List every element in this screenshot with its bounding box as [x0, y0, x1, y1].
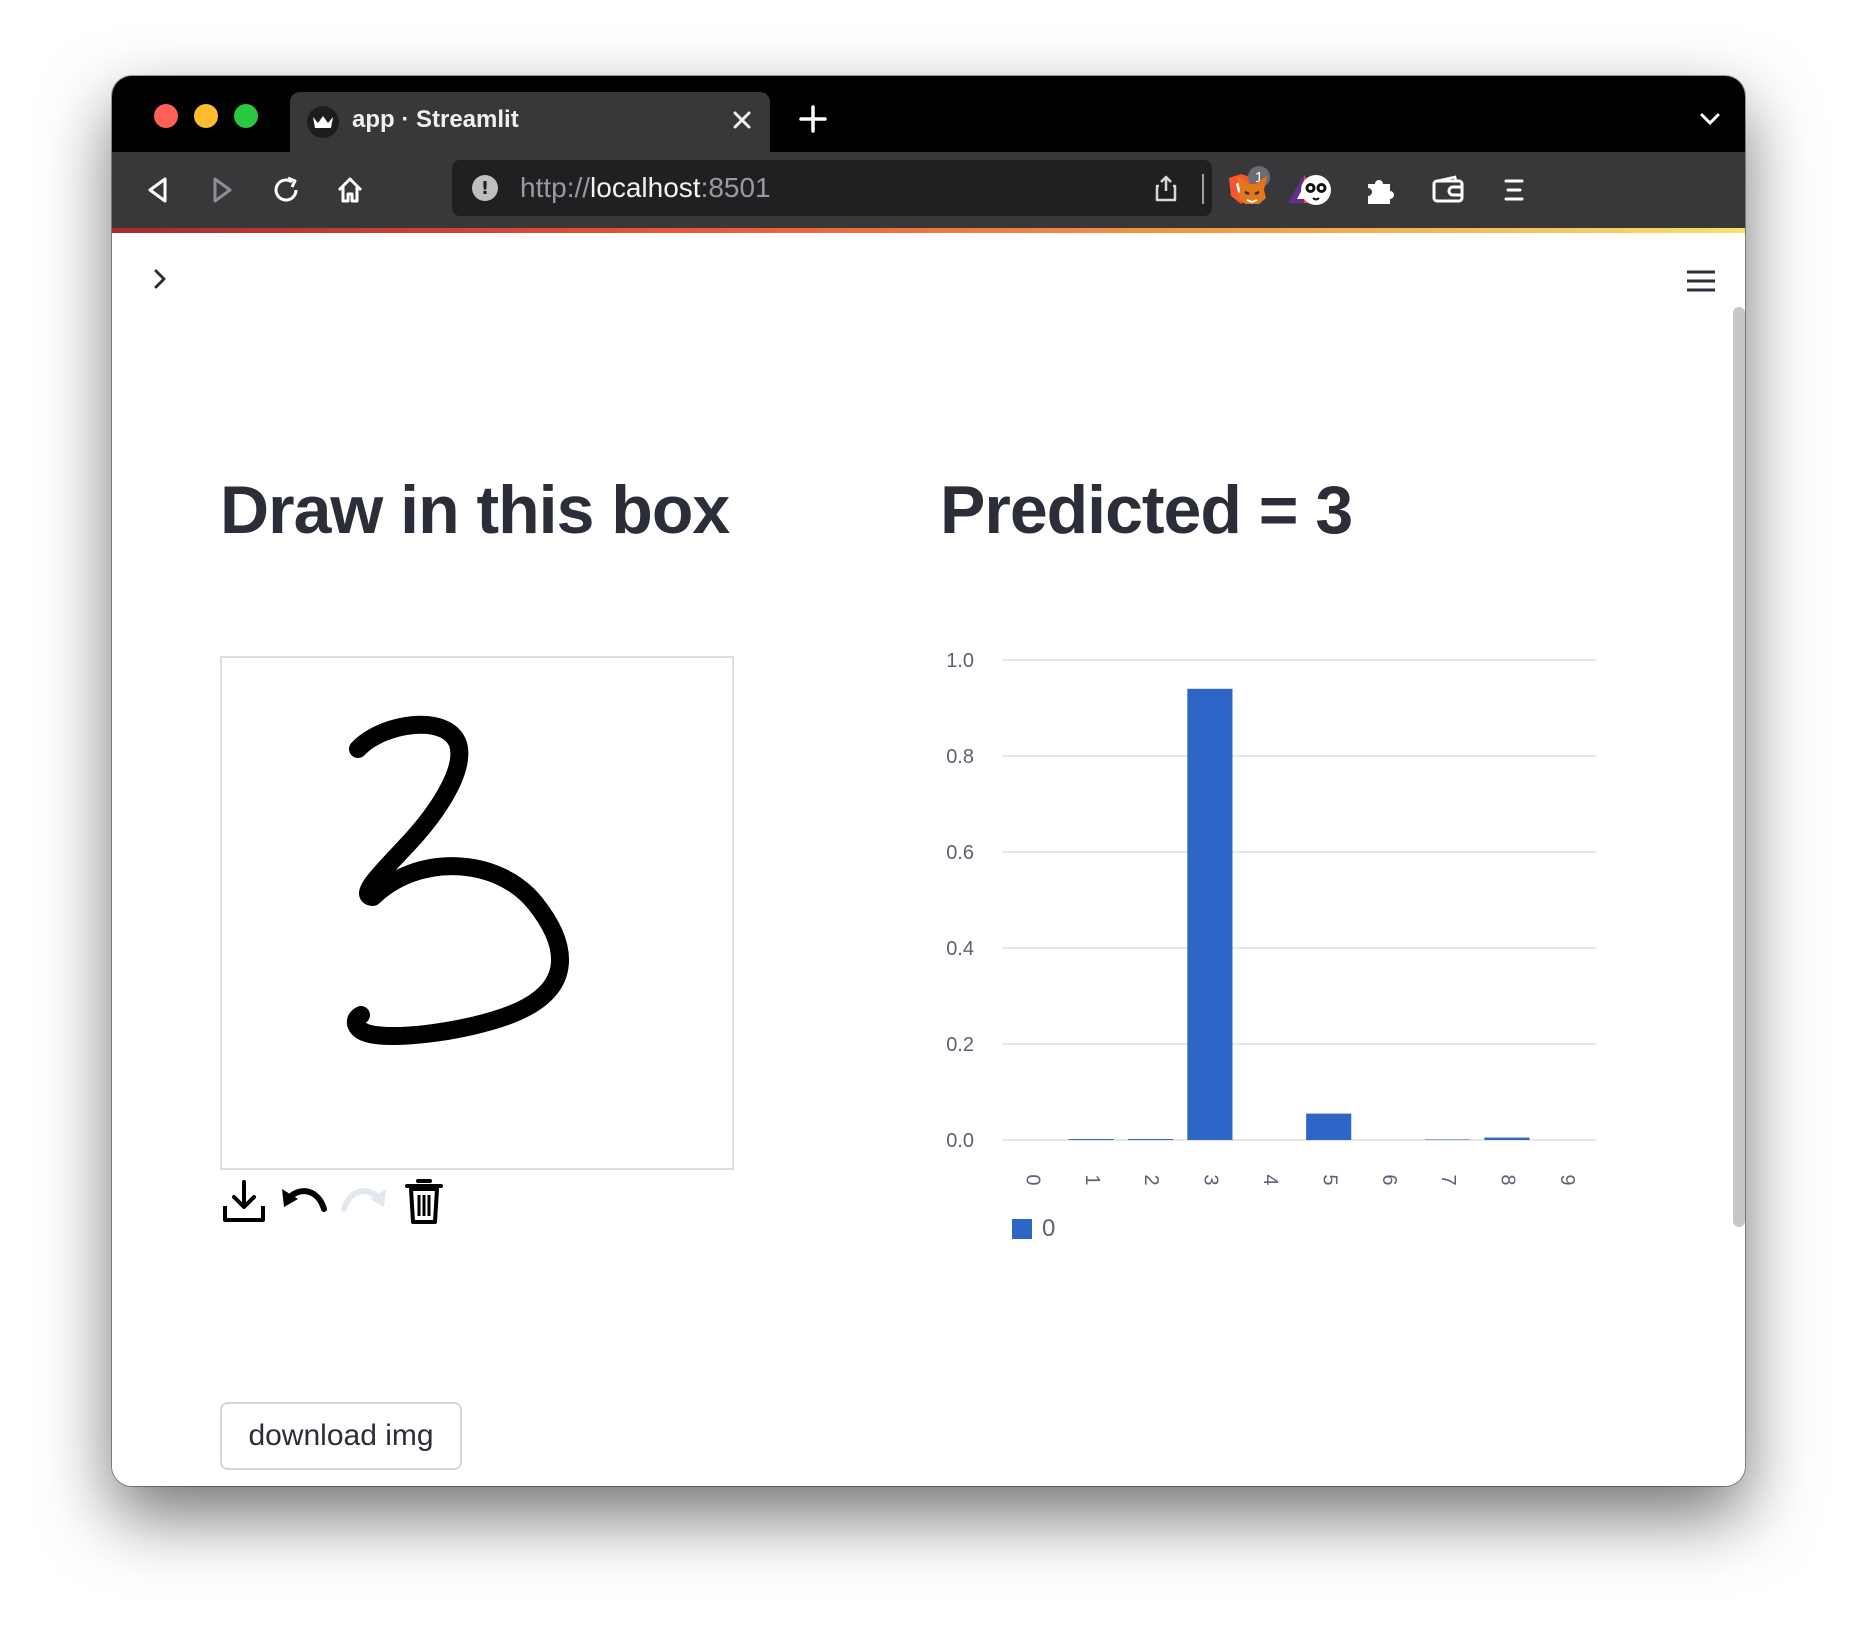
- url-text: http://localhost:8501: [520, 172, 771, 204]
- owl-extension-icon[interactable]: [1298, 172, 1334, 208]
- browser-menu-icon[interactable]: [1496, 172, 1532, 208]
- bar-1: [1068, 1139, 1114, 1140]
- address-bar[interactable]: ! http://localhost:8501 1: [452, 160, 1320, 216]
- tab-strip: app · Streamlit: [112, 76, 1745, 152]
- forward-icon[interactable]: [204, 172, 240, 208]
- info-icon[interactable]: !: [472, 175, 498, 201]
- browser-window: app · Streamlit ! http://localhost:8501: [112, 76, 1745, 1486]
- bar-8: [1484, 1137, 1530, 1140]
- url-port: :8501: [700, 172, 771, 203]
- prediction-heading: Predicted = 3: [940, 472, 1353, 548]
- chevron-down-icon[interactable]: [1699, 108, 1721, 130]
- chart-svg: 0.0 0.2 0.4 0.6 0.8 1.0 0 1 2 3 4 5 6 7 8 9 0: [946, 650, 1596, 1242]
- close-tab-icon[interactable]: [728, 106, 756, 134]
- y-tick-label: 0.0: [946, 1130, 974, 1152]
- legend-swatch: [1012, 1219, 1032, 1239]
- bar-5: [1306, 1113, 1352, 1140]
- metamask-fox-icon[interactable]: [1234, 172, 1270, 208]
- y-tick-label: 1.0: [946, 650, 974, 672]
- hamburger-menu-icon[interactable]: [1685, 269, 1717, 293]
- y-tick-label: 0.4: [946, 938, 974, 960]
- y-tick-label: 0.2: [946, 1034, 974, 1056]
- trash-icon[interactable]: [400, 1177, 448, 1225]
- y-tick-label: 0.8: [946, 746, 974, 768]
- browser-tab[interactable]: app · Streamlit: [290, 92, 770, 152]
- prediction-bar-chart: 0.0 0.2 0.4 0.6 0.8 1.0 0 1 2 3 4 5 6 7 8 9 0: [932, 633, 1652, 1242]
- bar-3: [1187, 688, 1233, 1140]
- bar-2: [1127, 1139, 1174, 1140]
- x-tick-label: 9: [1556, 1174, 1578, 1185]
- new-tab-icon[interactable]: [798, 104, 828, 134]
- download-img-button[interactable]: download img: [220, 1402, 462, 1470]
- x-tick-label: 0: [1021, 1174, 1043, 1185]
- y-tick-label: 0.6: [946, 842, 974, 864]
- x-tick-label: 2: [1140, 1174, 1162, 1185]
- canvas-heading: Draw in this box: [220, 472, 730, 548]
- undo-icon[interactable]: [280, 1177, 328, 1225]
- reload-icon[interactable]: [268, 172, 304, 208]
- tab-title: app · Streamlit: [352, 106, 519, 133]
- close-window-button[interactable]: [154, 104, 178, 128]
- browser-toolbar: ! http://localhost:8501 1: [112, 152, 1745, 228]
- back-icon[interactable]: [140, 172, 176, 208]
- chevron-right-icon[interactable]: [148, 267, 172, 291]
- wallet-icon[interactable]: [1430, 172, 1466, 208]
- x-tick-label: 8: [1497, 1174, 1519, 1185]
- x-tick-label: 6: [1378, 1174, 1400, 1185]
- url-scheme: http://: [520, 172, 591, 203]
- streamlit-crown-icon: [307, 106, 339, 138]
- legend-label: 0: [1042, 1215, 1055, 1242]
- maximize-window-button[interactable]: [234, 104, 258, 128]
- separator: [1202, 174, 1204, 204]
- x-tick-label: 3: [1200, 1174, 1222, 1185]
- drawn-stroke: [346, 715, 570, 1046]
- x-tick-label: 1: [1081, 1174, 1103, 1185]
- extensions-puzzle-icon[interactable]: [1362, 172, 1398, 208]
- download-icon[interactable]: [220, 1177, 268, 1225]
- streamlit-page: Draw in this box Predicted = 3 download …: [112, 233, 1745, 1486]
- share-icon[interactable]: [1152, 174, 1180, 202]
- x-tick-label: 5: [1318, 1174, 1340, 1185]
- redo-icon[interactable]: [340, 1177, 388, 1225]
- url-host: localhost: [590, 172, 701, 203]
- home-icon[interactable]: [332, 172, 368, 208]
- x-tick-label: 4: [1259, 1174, 1281, 1185]
- minimize-window-button[interactable]: [194, 104, 218, 128]
- page-scrollbar[interactable]: [1733, 307, 1745, 1227]
- canvas-toolbar: [220, 1173, 448, 1229]
- drawing-canvas[interactable]: [220, 656, 734, 1170]
- x-tick-label: 7: [1437, 1174, 1459, 1185]
